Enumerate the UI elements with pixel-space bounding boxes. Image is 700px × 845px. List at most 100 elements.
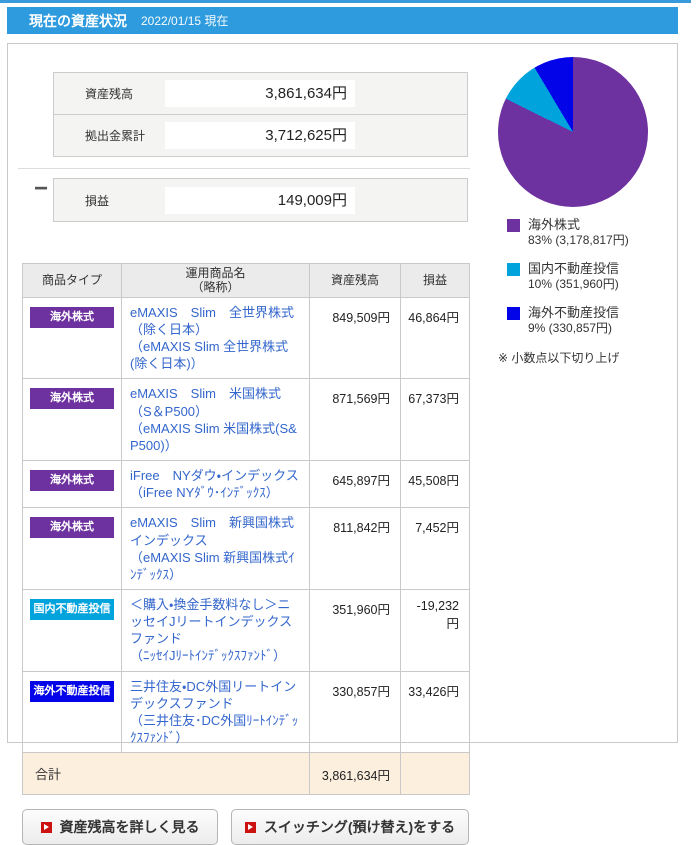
product-name-cell: eMAXIS Slim 米国株式（S＆P500） （eMAXIS Slim 米国株…: [121, 378, 310, 462]
allocation-chart-column: 海外株式 83% (3,178,817円) 国内不動産投信 10% (351,960円…: [490, 54, 678, 366]
column-header-product-name: 運用商品名 （略称）: [121, 263, 310, 298]
table-row: 海外不動産投信 三井住友・DC外国リートインデックスファンド （三井住友･DC外国ﾘ…: [22, 670, 470, 754]
legend-label: 海外不動産投信: [528, 304, 620, 320]
total-pl-empty: [400, 752, 470, 796]
profit-loss-label: 損益: [85, 193, 110, 208]
profit-loss-value-field: 149,009円: [165, 186, 355, 214]
balance-cell: 871,569円: [309, 378, 401, 462]
switching-label: スイッチング(預け替え)をする: [263, 819, 456, 836]
product-type-badge: 海外株式: [30, 388, 114, 410]
pl-cell: 7,452円: [400, 507, 470, 590]
action-buttons: 資産残高を詳しく見る スイッチング(預け替え)をする: [22, 809, 469, 845]
balance-value-field: 3,861,634円: [165, 80, 355, 107]
asset-detail-table: 商品タイプ 運用商品名 （略称） 資産残高 損益 海外株式 eMAXIS Slim…: [22, 263, 470, 796]
legend-swatch: [507, 306, 520, 320]
section-header-bar: 現在の資産状況 2022/01/15 現在: [7, 7, 678, 34]
product-type-badge: 海外株式: [30, 470, 114, 492]
legend-swatch: [507, 219, 520, 232]
product-type-badge: 海外不動産投信: [30, 680, 114, 702]
table-row: 海外株式 iFree NYダウ・インデックス （iFree NYﾀﾞｳ･ｲﾝﾃﾞｯｸ…: [22, 460, 470, 509]
product-name-cell: eMAXIS Slim 全世界株式（除く日本） （eMAXIS Slim 全世界株…: [121, 296, 310, 380]
product-name[interactable]: eMAXIS Slim 新興国株式インデックス: [130, 514, 301, 548]
product-name[interactable]: ＜購入・換金手数料なし＞ニッセイJリートインデックスファンド: [130, 596, 301, 647]
page-title: 現在の資産状況: [29, 12, 127, 29]
contribution-row: 拠出金累計 3,712,625円: [54, 114, 467, 156]
table-row: 海外株式 eMAXIS Slim 新興国株式インデックス （eMAXIS Slim …: [22, 507, 470, 590]
product-name-cell: iFree NYダウ・インデックス （iFree NYﾀﾞｳ･ｲﾝﾃﾞｯｸｽ）: [121, 460, 310, 509]
legend-item: 海外株式 83% (3,178,817円): [507, 217, 678, 249]
balance-cell: 330,857円: [309, 670, 401, 754]
legend-label: 海外株式: [528, 217, 581, 232]
switching-button[interactable]: スイッチング(預け替え)をする: [231, 809, 469, 845]
product-short-name: （eMAXIS Slim 全世界株式(除く日本)）: [130, 339, 289, 372]
product-type-cell: 国内不動産投信: [22, 588, 122, 672]
contribution-value-field: 3,712,625円: [165, 122, 355, 149]
top-accent-strip: [0, 0, 691, 3]
column-header-pl: 損益: [400, 263, 470, 298]
profit-loss-row: 損益 149,009円: [54, 179, 467, 221]
product-type-badge: 海外株式: [30, 517, 114, 539]
product-short-name: （iFree NYﾀﾞｳ･ｲﾝﾃﾞｯｸｽ）: [130, 485, 279, 501]
product-name-cell: 三井住友・DC外国リートインデックスファンド （三井住友･DC外国ﾘｰﾄｲﾝﾃﾞｯ…: [121, 670, 310, 754]
pie-legend: 海外株式 83% (3,178,817円) 国内不動産投信 10% (351,960円…: [490, 217, 678, 337]
balance-cell: 351,960円: [309, 588, 401, 672]
product-short-name: （ﾆｯｾｲJﾘｰﾄｲﾝﾃﾞｯｸｽﾌｧﾝﾄﾞ）: [130, 648, 287, 664]
product-name[interactable]: eMAXIS Slim 全世界株式（除く日本）: [130, 304, 301, 338]
red-arrow-icon: [244, 821, 256, 833]
pl-cell: 67,373円: [400, 378, 470, 462]
product-name-cell: ＜購入・換金手数料なし＞ニッセイJリートインデックスファンド （ﾆｯｾｲJﾘｰﾄｲ…: [121, 588, 310, 672]
product-name[interactable]: eMAXIS Slim 米国株式（S＆P500）: [130, 385, 301, 419]
table-total-row: 合計 3,861,634円: [22, 752, 470, 796]
content-panel: 資産残高 3,861,634円 拠出金累計 3,712,625円 − 損益 14…: [7, 43, 678, 845]
legend-label: 国内不動産投信: [528, 260, 620, 276]
rounding-note: ※ 小数点以下切り上げ: [498, 350, 620, 365]
product-type-cell: 海外不動産投信: [22, 670, 122, 754]
view-balance-detail-button[interactable]: 資産残高を詳しく見る: [22, 809, 218, 845]
product-type-cell: 海外株式: [22, 460, 122, 509]
balance-cell: 645,897円: [309, 460, 401, 509]
balance-cell: 811,842円: [309, 507, 401, 590]
product-type-cell: 海外株式: [22, 296, 122, 380]
product-short-name: （三井住友･DC外国ﾘｰﾄｲﾝﾃﾞｯｸｽﾌｧﾝﾄﾞ）: [130, 712, 299, 746]
product-short-name: （eMAXIS Slim 米国株式(S&P500)）: [130, 420, 297, 453]
balance-cell: 849,509円: [309, 296, 401, 380]
contribution-label: 拠出金累計: [85, 129, 146, 143]
product-type-cell: 海外株式: [22, 378, 122, 462]
product-name[interactable]: 三井住友・DC外国リートインデックスファンド: [130, 678, 301, 712]
pl-cell: -19,232円: [400, 588, 470, 672]
as-of-date: 2022/01/15 現在: [141, 14, 229, 28]
table-header-row: 商品タイプ 運用商品名 （略称） 資産残高 損益: [22, 263, 470, 298]
legend-item: 国内不動産投信 10% (351,960円): [507, 261, 678, 293]
table-row: 国内不動産投信 ＜購入・換金手数料なし＞ニッセイJリートインデックスファンド （ﾆｯ…: [22, 588, 470, 672]
asset-allocation-pie-chart: [498, 57, 648, 207]
legend-swatch: [507, 262, 520, 276]
product-type-cell: 海外株式: [22, 507, 122, 590]
total-balance: 3,861,634円: [309, 752, 401, 796]
pl-cell: 46,864円: [400, 296, 470, 380]
product-type-badge: 海外株式: [30, 306, 114, 328]
table-row: 海外株式 eMAXIS Slim 米国株式（S＆P500） （eMAXIS Slim…: [22, 378, 470, 462]
view-balance-detail-label: 資産残高を詳しく見る: [59, 819, 200, 836]
product-type-badge: 国内不動産投信: [30, 598, 114, 620]
legend-detail: 10% (351,960円): [528, 277, 619, 292]
equals-divider: [18, 168, 470, 169]
column-header-balance: 資産残高: [309, 263, 401, 298]
balance-summary-box: 資産残高 3,861,634円 拠出金累計 3,712,625円: [53, 72, 468, 157]
legend-item: 海外不動産投信 9% (330,857円): [507, 305, 678, 337]
profit-loss-summary-box: 損益 149,009円: [53, 178, 468, 222]
red-arrow-icon: [40, 821, 52, 833]
balance-row: 資産残高 3,861,634円: [54, 73, 467, 114]
summary-and-table-column: 資産残高 3,861,634円 拠出金累計 3,712,625円 − 損益 14…: [18, 72, 470, 845]
pl-cell: 45,508円: [400, 460, 470, 509]
product-name-cell: eMAXIS Slim 新興国株式インデックス （eMAXIS Slim 新興国株…: [121, 507, 310, 590]
pl-cell: 33,426円: [400, 670, 470, 754]
product-name[interactable]: iFree NYダウ・インデックス: [130, 467, 301, 484]
table-row: 海外株式 eMAXIS Slim 全世界株式（除く日本） （eMAXIS Slim …: [22, 296, 470, 380]
column-header-product-name-line1: 運用商品名: [185, 266, 246, 280]
balance-label: 資産残高: [85, 87, 134, 101]
product-short-name: （eMAXIS Slim 新興国株式ｲﾝﾃﾞｯｸｽ）: [130, 549, 295, 582]
column-header-product-type: 商品タイプ: [22, 263, 122, 298]
total-label: 合計: [22, 752, 310, 796]
column-header-product-name-line2: （略称）: [191, 280, 240, 295]
legend-detail: 83% (3,178,817円): [528, 233, 629, 248]
